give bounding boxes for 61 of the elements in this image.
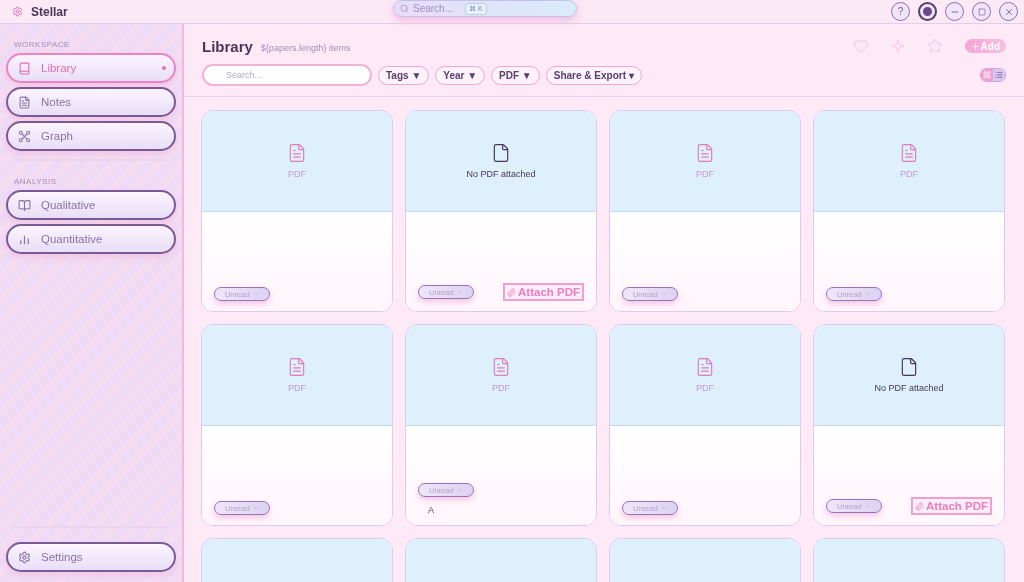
search-field[interactable]: Search... <box>413 3 461 14</box>
app-title: Stellar <box>31 4 68 19</box>
grid-view-button[interactable] <box>981 69 993 81</box>
paperclip-icon <box>507 287 516 297</box>
list-view-button[interactable] <box>993 69 1005 81</box>
pdf-label: PDF <box>696 383 714 393</box>
document-icon <box>18 95 31 109</box>
sidebar-item[interactable]: Graph <box>6 121 176 151</box>
search-icon <box>400 4 409 13</box>
gear-icon <box>12 6 23 17</box>
card-note: A <box>427 504 435 515</box>
filter-dropdown[interactable]: Tags ▼ <box>378 65 430 85</box>
settings-button[interactable]: Settings <box>6 542 176 572</box>
heart-icon[interactable] <box>852 38 869 54</box>
section-heading: WORKSPACE <box>13 40 71 49</box>
filter-dropdown[interactable]: PDF ▼ <box>491 65 540 85</box>
sidebar-item[interactable]: Qualitative <box>6 190 176 220</box>
attach-pdf-button[interactable]: Attach PDF <box>911 497 992 515</box>
pdf-label: PDF <box>900 169 918 179</box>
document-icon <box>491 357 511 377</box>
star-icon[interactable] <box>926 38 943 54</box>
record-button[interactable] <box>918 2 937 21</box>
paperclip-icon <box>915 501 924 511</box>
pdf-label: PDF <box>288 383 306 393</box>
file-icon <box>899 357 919 377</box>
grid-icon <box>983 71 991 79</box>
pdf-label: No PDF attached <box>874 383 944 393</box>
filter-dropdown[interactable]: Share & Export ▾ <box>545 65 642 85</box>
pdf-label: PDF <box>288 169 306 179</box>
list-icon <box>995 71 1003 79</box>
maximize-button[interactable] <box>972 2 991 21</box>
attach-pdf-button[interactable]: Attach PDF <box>503 283 584 301</box>
sidebar-item[interactable]: Quantitative <box>6 224 176 254</box>
square-icon <box>977 7 986 16</box>
search-field[interactable]: Search... <box>202 64 372 86</box>
graph-icon <box>18 129 31 143</box>
document-icon <box>287 357 307 377</box>
sparkle-icon[interactable] <box>890 39 905 53</box>
page-title: Library <box>202 37 253 55</box>
filter-dropdown[interactable]: Year ▼ <box>435 65 486 85</box>
sidebar-item[interactable]: Library <box>6 53 176 83</box>
sidebar-item[interactable]: Notes <box>6 87 176 117</box>
document-icon <box>899 143 919 163</box>
pdf-label: PDF <box>492 383 510 393</box>
document-icon <box>287 143 307 163</box>
open-book-icon <box>18 198 31 212</box>
pdf-label: No PDF attached <box>466 169 536 179</box>
document-icon <box>695 357 715 377</box>
plus-icon <box>970 41 980 51</box>
book-icon <box>18 61 31 75</box>
pdf-label: PDF <box>696 169 714 179</box>
document-icon <box>695 143 715 163</box>
add-button[interactable]: Add <box>964 39 1006 53</box>
close-icon <box>1003 6 1014 17</box>
close-button[interactable] <box>999 2 1018 21</box>
help-button[interactable]: ? <box>891 2 910 21</box>
section-heading: ANALYSIS <box>13 177 58 186</box>
file-icon <box>491 143 511 163</box>
settings-icon <box>18 550 31 564</box>
minimize-button[interactable] <box>945 2 964 21</box>
item-count: ${papers.length} items <box>260 42 351 53</box>
